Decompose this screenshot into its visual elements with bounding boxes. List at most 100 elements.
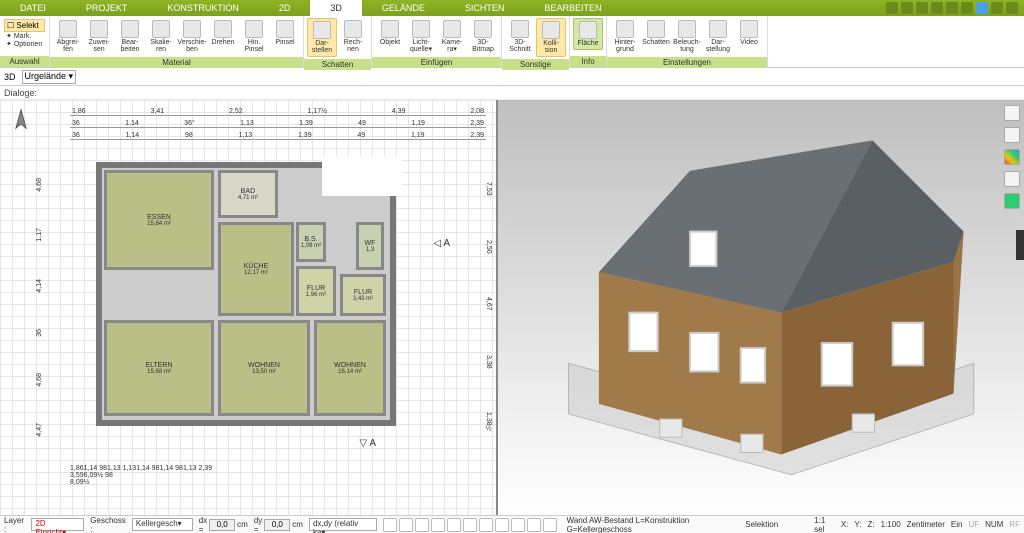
kamera-button[interactable]: Kame- ra▾ (437, 18, 467, 55)
room-bs: B.S.1,08 m² (296, 222, 326, 262)
hin-pinsel-button[interactable]: Hin. Pinsel (239, 18, 269, 55)
zuweisen-button[interactable]: Zuwei- sen (84, 18, 114, 55)
room-eltern: ELTERN15,68 m² (104, 320, 214, 416)
furniture-icon[interactable] (1004, 127, 1020, 143)
room-wf: WF1,3 (356, 222, 384, 270)
dialoge-label: Dialoge: (0, 86, 1024, 100)
menu-icon-3[interactable] (916, 2, 928, 14)
materials-icon[interactable] (1004, 149, 1020, 165)
menu-icon-5[interactable] (946, 2, 958, 14)
menu-bar: DATEI PROJEKT KONSTRUKTION 2D 3D GELÄNDE… (0, 0, 1024, 16)
menu-icon-8[interactable] (991, 2, 1003, 14)
dims-left: 4,681,17 4,1436 4,684,47 (36, 160, 72, 455)
schatten-settings-button[interactable]: Schatten (641, 18, 671, 48)
darstellen-button[interactable]: Dar- stellen (307, 18, 337, 57)
group-schatten-label: Schatten (304, 59, 371, 70)
pinsel-button[interactable]: Pinsel (270, 18, 300, 48)
ein-label: Ein (951, 520, 963, 529)
rf-label: RF (1009, 520, 1020, 529)
status-icon-9[interactable] (511, 518, 525, 532)
objekt-button[interactable]: Objekt (375, 18, 405, 48)
dims-bottom: 1,861,14 981,13 1,131,14 981,14 981,13 2… (70, 465, 486, 509)
verschieben-button[interactable]: Verschie- ben (177, 18, 207, 55)
hintergrund-button[interactable]: Hinter- grund (610, 18, 640, 55)
search-icon[interactable] (1004, 171, 1020, 187)
status-tool-icons (383, 518, 557, 532)
dx-unit: cm (237, 520, 248, 529)
room-bad: BAD4,71 m² (218, 170, 278, 218)
abgreifen-button[interactable]: Abgrei- fen (53, 18, 83, 55)
status-icon-10[interactable] (527, 518, 541, 532)
menu-icon-2[interactable] (901, 2, 913, 14)
3d-schnitt-button[interactable]: 3D- Schnitt (505, 18, 535, 55)
selektion-label: Selektion (745, 520, 778, 529)
section-marker-bottom: ▽ A (359, 438, 376, 449)
menu-icons (886, 2, 1024, 14)
flaeche-button[interactable]: Fläche (573, 18, 603, 50)
layers-icon[interactable] (1004, 105, 1020, 121)
3d-viewport[interactable] (498, 100, 1024, 515)
tab-3d[interactable]: 3D (310, 0, 362, 16)
coord-mode-combo[interactable]: dx,dy (relativ ka▾ (309, 518, 377, 531)
video-button[interactable]: Video (734, 18, 764, 48)
tab-sichten[interactable]: SICHTEN (445, 0, 525, 16)
group-einstellungen-label: Einstellungen (607, 57, 767, 68)
dy-input[interactable] (264, 519, 290, 531)
tab-projekt[interactable]: PROJEKT (66, 0, 148, 16)
compass-icon (6, 108, 36, 138)
menu-icon-6[interactable] (961, 2, 973, 14)
geschoss-combo[interactable]: Kellergesch▾ (132, 518, 193, 531)
menu-icon-4[interactable] (931, 2, 943, 14)
beleuchtung-button[interactable]: Beleuch- tung (672, 18, 702, 55)
dims-right: 7,532,50 4,673,38 1,38½ (462, 160, 492, 455)
optionen-button[interactable]: ✦ Optionen (4, 40, 45, 48)
geschoss-label: Geschoss : (90, 516, 126, 533)
rechnen-button[interactable]: Rech- nen (338, 18, 368, 55)
wand-text: Wand AW-Bestand L=Konstruktion G=Kellerg… (567, 516, 734, 533)
drehen-button[interactable]: Drehen (208, 18, 238, 48)
group-material-label: Material (50, 57, 303, 68)
menu-icon-9[interactable] (1006, 2, 1018, 14)
layer-label: Layer : (4, 516, 25, 533)
side-panel-toggle[interactable] (1016, 230, 1024, 260)
status-icon-7[interactable] (479, 518, 493, 532)
house-3d-model (538, 110, 984, 495)
status-icon-1[interactable] (383, 518, 397, 532)
dy-label: dy = (254, 516, 262, 533)
status-icon-2[interactable] (399, 518, 413, 532)
room-wohnen1: WOHNEN13,50 m² (218, 320, 310, 416)
z-label: Z: (868, 520, 875, 529)
lichtquelle-button[interactable]: Licht- quelle▾ (406, 18, 436, 55)
help-icon[interactable] (976, 2, 988, 14)
layer-dropdown[interactable]: Urgelände ▾ (22, 70, 77, 84)
status-bar: Layer : 2D Einricht▾ Geschoss : Kellerge… (0, 515, 1024, 533)
status-icon-11[interactable] (543, 518, 557, 532)
kollision-button[interactable]: Kolli- sion (536, 18, 566, 57)
status-icon-6[interactable] (463, 518, 477, 532)
group-einfuegen-label: Einfügen (372, 57, 501, 68)
mark-button[interactable]: ✦ Mark. (4, 32, 45, 40)
dx-input[interactable] (209, 519, 235, 531)
x-label: X: (841, 520, 849, 529)
tree-icon[interactable] (1004, 193, 1020, 209)
status-icon-4[interactable] (431, 518, 445, 532)
skalieren-button[interactable]: Skalie- ren (146, 18, 176, 55)
tab-2d[interactable]: 2D (259, 0, 311, 16)
tab-konstruktion[interactable]: KONSTRUKTION (147, 0, 259, 16)
status-icon-8[interactable] (495, 518, 509, 532)
sub-bar: 3D Urgelände ▾ (0, 68, 1024, 86)
tab-bearbeiten[interactable]: BEARBEITEN (524, 0, 621, 16)
3d-bitmap-button[interactable]: 3D- Bitmap (468, 18, 498, 55)
selekt-button[interactable]: ☐ Selekt (4, 19, 45, 32)
dims-top: 1,863,41 2,521,17½ 4,392,08 361,14 36°1,… (70, 104, 486, 144)
status-icon-5[interactable] (447, 518, 461, 532)
bearbeiten-button[interactable]: Bear- beiten (115, 18, 145, 55)
menu-icon-1[interactable] (886, 2, 898, 14)
tab-datei[interactable]: DATEI (0, 0, 66, 16)
room-flur2: FLUR3,43 m² (340, 274, 386, 316)
status-icon-3[interactable] (415, 518, 429, 532)
layer-combo[interactable]: 2D Einricht▾ (31, 518, 84, 531)
2d-viewport[interactable]: 1,863,41 2,521,17½ 4,392,08 361,14 36°1,… (0, 100, 498, 515)
darstellung-button[interactable]: Dar- stellung (703, 18, 733, 55)
tab-gelaende[interactable]: GELÄNDE (362, 0, 445, 16)
